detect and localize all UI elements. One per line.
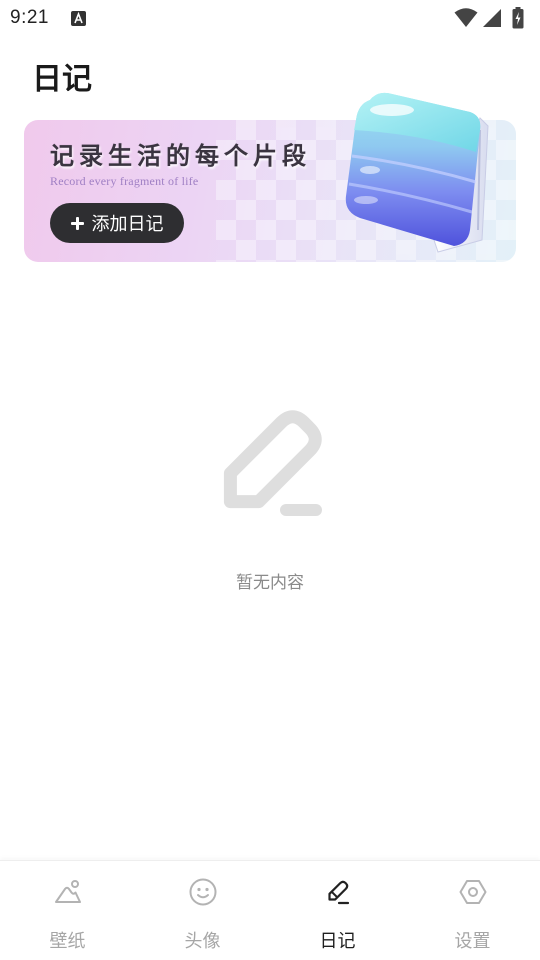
wifi-icon — [454, 8, 478, 27]
status-time: 9:21 — [10, 7, 49, 28]
battery-icon — [512, 7, 524, 29]
nav-item-diary[interactable]: 日记 — [270, 861, 405, 960]
pencil-icon — [327, 880, 349, 905]
nav-item-avatar[interactable]: 头像 — [135, 861, 270, 960]
nav-label-diary: 日记 — [319, 931, 356, 952]
hexagon-settings-icon — [459, 880, 486, 904]
status-bar: 9:21 — [0, 0, 540, 36]
plus-icon — [70, 216, 84, 230]
diary-page: 9:21 日记 记录生活的每个片段 Record every fragment … — [0, 0, 540, 960]
bottom-nav: 壁纸 头像 日记 设置 — [0, 860, 540, 960]
notebook-illustration — [345, 92, 489, 253]
nav-label-wallpaper: 壁纸 — [49, 931, 86, 952]
mountain-icon — [54, 880, 81, 903]
nav-item-wallpaper[interactable]: 壁纸 — [0, 861, 135, 960]
banner-subtitle: Record every fragment of life — [50, 174, 199, 188]
nav-item-settings[interactable]: 设置 — [405, 861, 540, 960]
add-diary-label: 添加日记 — [91, 214, 164, 235]
add-diary-button[interactable]: 添加日记 — [50, 203, 184, 243]
empty-state-message: 暂无内容 — [236, 573, 304, 593]
smiley-icon — [189, 878, 216, 906]
nav-label-settings: 设置 — [454, 931, 491, 952]
status-icons — [450, 7, 530, 29]
nav-label-avatar: 头像 — [184, 931, 221, 952]
pencil-icon — [223, 410, 322, 516]
text-a-icon — [71, 11, 86, 26]
page-title: 日记 — [32, 62, 92, 97]
signal-icon — [483, 9, 501, 27]
banner-headline: 记录生活的每个片段 — [50, 141, 311, 170]
